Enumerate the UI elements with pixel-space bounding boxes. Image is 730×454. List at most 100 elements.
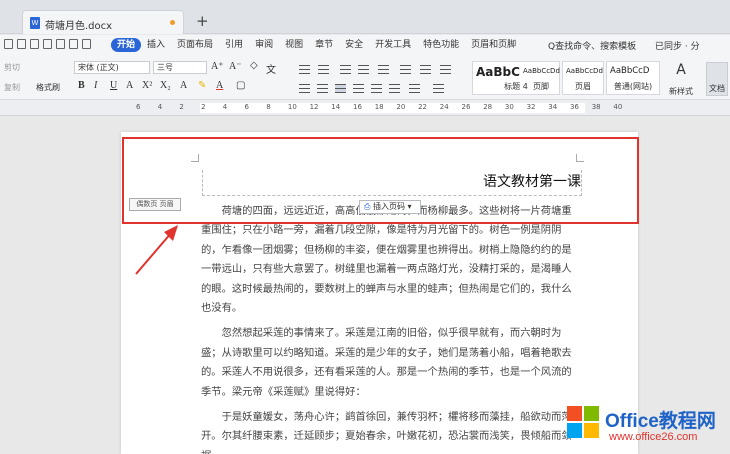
menu-tab-page-layout[interactable]: 页面布局	[171, 38, 219, 52]
format-painter-button[interactable]: 格式刷	[36, 82, 60, 93]
style-footer[interactable]: AaBbCcDd 页脚	[520, 62, 562, 94]
char-border-icon[interactable]: ▢	[236, 80, 245, 91]
preview-icon[interactable]	[56, 39, 65, 49]
strikethrough-icon[interactable]: A	[126, 80, 133, 91]
distribute-icon[interactable]	[371, 84, 382, 93]
paragraph[interactable]: 忽然想起采莲的事情来了。采莲是江南的旧俗，似乎很早就有，而六朝时为盛；从诗歌里可…	[201, 324, 581, 402]
highlight-icon[interactable]: ✎	[198, 80, 206, 91]
tab-bar: W 荷塘月色.docx +	[0, 0, 730, 34]
copy-button[interactable]: 复制	[4, 82, 20, 93]
ruler-mark: 4	[157, 103, 163, 111]
ruler-mark: 2	[201, 103, 206, 111]
menu-tab-insert[interactable]: 插入	[141, 38, 171, 52]
ruler-mark: 6	[244, 103, 249, 111]
ruler-mark: 20	[396, 103, 406, 111]
ruler-mark: 40	[613, 103, 623, 111]
document-tab[interactable]: W 荷塘月色.docx	[22, 10, 184, 34]
text-tool-label: 文档	[709, 84, 725, 93]
ruler-mark: 32	[526, 103, 536, 111]
ruler-mark: 2	[179, 103, 184, 111]
justify-icon[interactable]	[353, 84, 364, 93]
watermark: Office教程网 www.office26.com	[565, 402, 730, 452]
horizontal-ruler[interactable]: 6 4 2 2 4 6 8 10 12 14 16 18 20 22 24 26 28 30 32 34 36 38 40	[0, 100, 730, 116]
grow-font-button[interactable]: A⁺	[211, 61, 224, 72]
borders-icon[interactable]	[433, 84, 444, 93]
ruler-mark: 38	[591, 103, 601, 111]
office-logo-icon	[567, 406, 599, 438]
menu-tab-home[interactable]: 开始	[111, 38, 142, 52]
pinyin-icon[interactable]: 文	[266, 61, 276, 76]
superscript-icon[interactable]: X²	[142, 80, 152, 91]
export-pdf-icon[interactable]	[30, 39, 39, 49]
new-style-label: 新样式	[669, 87, 693, 96]
menu-tab-developer[interactable]: 开发工具	[369, 38, 417, 52]
font-size-select[interactable]: 三号	[153, 61, 207, 74]
redo-icon[interactable]	[82, 39, 91, 49]
align-left-icon[interactable]	[299, 84, 310, 93]
menu-tab-header-footer[interactable]: 页眉和页脚	[465, 38, 522, 52]
paragraph-icon[interactable]	[440, 65, 451, 74]
menu-tab-review[interactable]: 审阅	[249, 38, 279, 52]
sort-icon[interactable]	[420, 65, 431, 74]
font-color-icon[interactable]: A	[216, 80, 223, 91]
underline-button[interactable]: U	[110, 80, 117, 91]
menu-tab-security[interactable]: 安全	[339, 38, 369, 52]
show-marks-icon[interactable]	[400, 65, 411, 74]
ruler-mark: 18	[374, 103, 384, 111]
line-spacing-icon[interactable]	[389, 84, 400, 93]
bullet-list-icon[interactable]	[299, 65, 310, 74]
increase-indent-icon[interactable]	[358, 65, 369, 74]
ruler-mark: 4	[222, 103, 228, 111]
annotation-highlight-box	[122, 137, 639, 224]
style-sample: AaBbCcDd	[566, 67, 603, 75]
ruler-mark: 34	[548, 103, 558, 111]
ruler-mark: 28	[483, 103, 493, 111]
style-label: 页脚	[533, 82, 549, 91]
new-style-button[interactable]: A 新样式	[666, 62, 696, 97]
subscript-icon[interactable]: X₂	[160, 80, 171, 91]
align-right-icon[interactable]	[335, 84, 346, 93]
italic-button[interactable]: I	[94, 80, 97, 91]
document-icon: W	[30, 17, 40, 29]
ruler-mark: 8	[266, 103, 271, 111]
font-size-value: 三号	[157, 63, 173, 72]
text-effect-icon[interactable]: A	[180, 80, 187, 91]
font-name-select[interactable]: 宋体 (正文)	[74, 61, 150, 74]
ruler-mark: 14	[331, 103, 341, 111]
shrink-font-button[interactable]: A⁻	[229, 61, 242, 72]
annotation-arrow-icon	[135, 225, 178, 275]
bold-button[interactable]: B	[78, 80, 85, 91]
menu-tab-references[interactable]: 引用	[219, 38, 249, 52]
document-title: 荷塘月色.docx	[45, 21, 113, 32]
sync-status[interactable]: 已同步 · 分	[655, 39, 700, 52]
shading-icon[interactable]	[409, 84, 420, 93]
menu-tab-section[interactable]: 章节	[309, 38, 339, 52]
save-icon[interactable]	[17, 39, 26, 49]
decrease-indent-icon[interactable]	[340, 65, 351, 74]
chinese-layout-icon[interactable]	[378, 65, 389, 74]
command-search[interactable]: Q查找命令、搜索模板	[548, 39, 636, 52]
clear-format-icon[interactable]: ◇	[250, 60, 258, 71]
text-tool-button[interactable]: 文档	[706, 62, 728, 96]
unsaved-dot-icon	[170, 20, 175, 25]
ruler-mark: 24	[439, 103, 449, 111]
document-body[interactable]: 荷塘的四面，远远近近，高高低低都是树，而杨柳最多。这些树将一片荷塘重重围住；只在…	[201, 202, 581, 454]
watermark-url: www.office26.com	[609, 431, 698, 443]
font-name-value: 宋体 (正文)	[78, 63, 119, 72]
menu-tab-features[interactable]: 特色功能	[417, 38, 465, 52]
ruler-mark: 22	[418, 103, 428, 111]
print-icon[interactable]	[43, 39, 52, 49]
arrow-shaft	[135, 231, 173, 275]
align-center-icon[interactable]	[317, 84, 328, 93]
ruler-mark: 6	[136, 103, 141, 111]
menu-icon[interactable]	[4, 39, 13, 49]
cut-button[interactable]: 剪切	[4, 62, 20, 73]
menu-tab-view[interactable]: 视图	[279, 38, 309, 52]
undo-icon[interactable]	[69, 39, 78, 49]
style-header[interactable]: AaBbCcDd 页眉	[562, 61, 604, 95]
ruler-mark: 12	[309, 103, 319, 111]
new-tab-button[interactable]: +	[196, 12, 209, 30]
numbered-list-icon[interactable]	[318, 65, 329, 74]
paragraph[interactable]: 于是妖童媛女，荡舟心许；鹢首徐回，兼传羽杯；欋将移而藻挂，船欲动而萍开。尔其纤腰…	[201, 408, 581, 454]
style-normal-web[interactable]: AaBbCcD 普通(网站)	[606, 61, 660, 95]
